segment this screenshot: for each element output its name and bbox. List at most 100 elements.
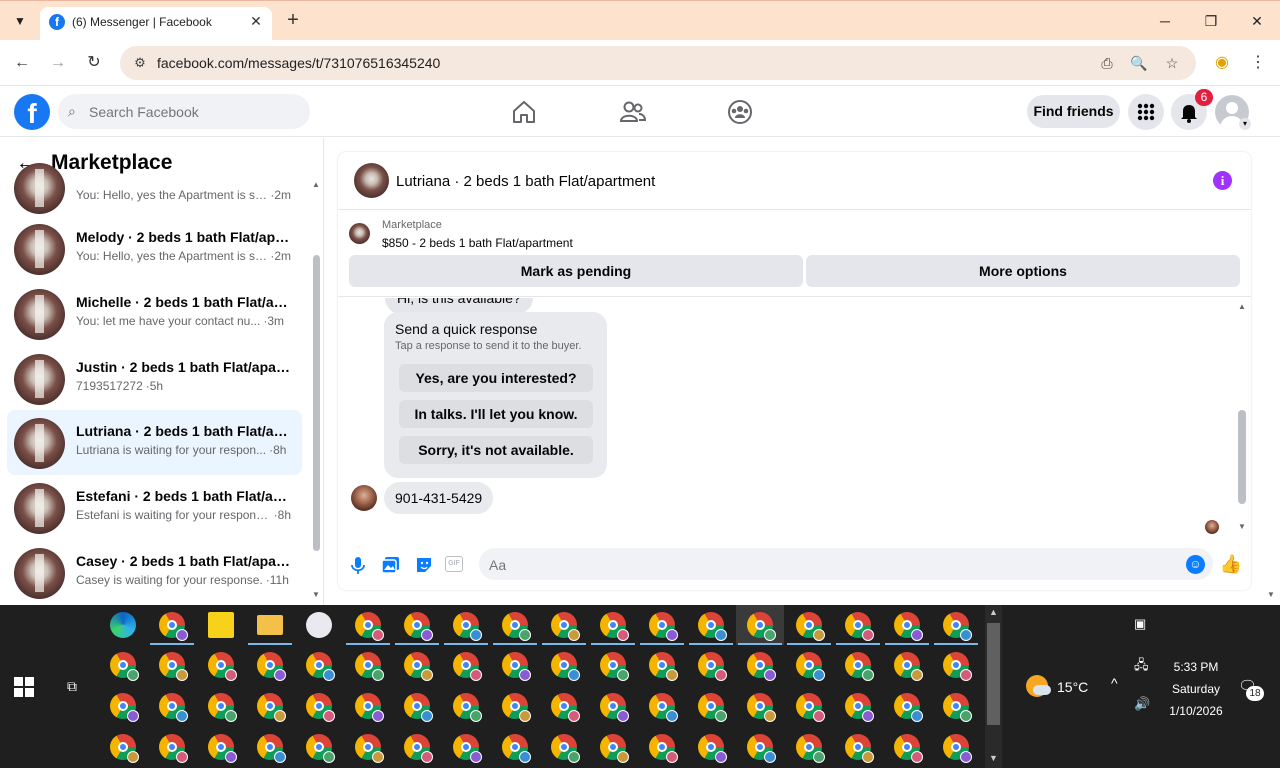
chrome-icon[interactable] [257, 652, 286, 681]
chrome-icon[interactable] [404, 612, 433, 641]
chrome-icon[interactable] [159, 693, 188, 722]
chrome-icon[interactable] [796, 652, 825, 681]
info-icon[interactable]: i [1213, 171, 1232, 190]
scrollbar-thumb[interactable] [987, 623, 1000, 725]
install-app-icon[interactable]: ⎙ [1095, 51, 1119, 75]
chat-avatar[interactable] [354, 163, 389, 198]
chrome-icon[interactable] [845, 693, 874, 722]
chrome-icon[interactable] [698, 693, 727, 722]
find-friends-button[interactable]: Find friends [1027, 95, 1120, 128]
chrome-icon[interactable] [355, 652, 384, 681]
chrome-icon[interactable] [600, 652, 629, 681]
weather-temperature[interactable]: 15°C [1057, 679, 1088, 695]
groups-icon[interactable] [722, 95, 758, 129]
chrome-icon[interactable] [845, 652, 874, 681]
chrome-icon[interactable] [796, 693, 825, 722]
search-input[interactable] [89, 101, 299, 123]
clock[interactable]: 5:33 PM Saturday 1/10/2026 [1156, 656, 1236, 722]
chrome-icon[interactable] [698, 612, 727, 641]
scroll-up-icon[interactable]: ▲ [1238, 302, 1246, 311]
chrome-icon[interactable] [747, 612, 776, 641]
chrome-icon[interactable] [894, 612, 923, 641]
chrome-icon[interactable] [404, 693, 433, 722]
back-arrow-icon[interactable]: ← [10, 51, 34, 75]
chrome-icon[interactable] [306, 652, 335, 681]
chrome-icon[interactable] [110, 652, 139, 681]
page-scroll-down-icon[interactable]: ▼ [1267, 590, 1275, 599]
chrome-icon[interactable] [208, 652, 237, 681]
chrome-icon[interactable] [159, 734, 188, 763]
chrome-icon[interactable] [257, 734, 286, 763]
chrome-icon[interactable] [943, 693, 972, 722]
edge-browser-icon[interactable] [110, 612, 136, 638]
search-box[interactable]: ⌕ [58, 94, 310, 129]
chrome-icon[interactable] [698, 734, 727, 763]
chrome-icon[interactable] [502, 693, 531, 722]
chrome-icon[interactable] [502, 734, 531, 763]
microphone-icon[interactable] [347, 554, 369, 576]
chrome-icon[interactable] [943, 652, 972, 681]
chrome-icon[interactable] [257, 693, 286, 722]
photo-icon[interactable] [380, 554, 402, 576]
chrome-icon[interactable] [404, 652, 433, 681]
show-hidden-icons-chevron-icon[interactable]: ^ [1111, 675, 1118, 691]
home-icon[interactable] [506, 95, 542, 129]
paint-app-icon[interactable] [306, 612, 332, 638]
conversation-item[interactable]: Michelle · 2 beds 1 bath Flat/apa... You… [7, 281, 302, 346]
message-input-box[interactable]: ☺ [479, 548, 1213, 580]
chrome-icon[interactable] [747, 693, 776, 722]
weather-icon[interactable] [1026, 675, 1051, 697]
chrome-icon[interactable] [943, 612, 972, 641]
chrome-icon[interactable] [208, 693, 237, 722]
chrome-icon[interactable] [551, 652, 580, 681]
chrome-icon[interactable] [600, 734, 629, 763]
scroll-down-icon[interactable]: ▼ [1238, 522, 1246, 531]
chrome-icon[interactable] [110, 693, 139, 722]
chrome-icon[interactable] [943, 734, 972, 763]
sticker-icon[interactable] [413, 554, 435, 576]
conversation-item-active[interactable]: Lutriana · 2 beds 1 bath Flat/apa... Lut… [7, 410, 302, 475]
conversation-item[interactable]: Casey · 2 beds 1 bath Flat/apart... Case… [7, 540, 302, 605]
chrome-icon[interactable] [649, 734, 678, 763]
facebook-logo-icon[interactable]: f [14, 94, 50, 130]
chrome-icon[interactable] [698, 652, 727, 681]
chrome-icon[interactable] [502, 652, 531, 681]
volume-icon[interactable]: 🔊 [1134, 696, 1150, 712]
chrome-icon[interactable] [159, 652, 188, 681]
chrome-icon[interactable] [649, 612, 678, 641]
chrome-icon[interactable] [747, 734, 776, 763]
chrome-icon[interactable] [208, 734, 237, 763]
chrome-icon[interactable] [894, 693, 923, 722]
windows-start-icon[interactable] [14, 677, 34, 697]
chrome-icon[interactable] [355, 612, 384, 641]
chrome-icon[interactable] [453, 612, 482, 641]
chrome-icon[interactable] [796, 612, 825, 641]
scroll-down-icon[interactable]: ▼ [989, 753, 998, 763]
conversation-item[interactable]: Estefani · 2 beds 1 bath Flat/apa... Est… [7, 475, 302, 540]
mark-as-pending-button[interactable]: Mark as pending [349, 255, 803, 287]
network-icon[interactable]: 🖧 [1134, 656, 1149, 678]
browser-tab[interactable]: f (6) Messenger | Facebook ✕ [40, 7, 272, 41]
conversation-item[interactable]: Melody · 2 beds 1 bath Flat/apar... You:… [7, 216, 302, 281]
chrome-icon[interactable] [404, 734, 433, 763]
address-bar[interactable]: ⚙ facebook.com/messages/t/73107651634524… [120, 46, 1196, 80]
bookmark-star-icon[interactable]: ☆ [1160, 51, 1184, 75]
scroll-up-icon[interactable]: ▲ [312, 180, 320, 189]
more-options-button[interactable]: More options [806, 255, 1240, 287]
file-explorer-icon[interactable] [257, 615, 283, 635]
forward-arrow-icon[interactable]: → [46, 51, 70, 75]
chrome-icon[interactable] [159, 612, 188, 641]
site-settings-icon[interactable]: ⚙ [128, 51, 152, 75]
quick-response-option[interactable]: In talks. I'll let you know. [399, 400, 593, 428]
chrome-icon[interactable] [502, 612, 531, 641]
chrome-icon[interactable] [747, 652, 776, 681]
chevron-down-icon[interactable]: ▾ [1239, 118, 1251, 130]
chrome-icon[interactable] [649, 693, 678, 722]
thread-scrollbar[interactable]: ▲ ▼ [1236, 302, 1248, 537]
chrome-icon[interactable] [453, 734, 482, 763]
chrome-icon[interactable] [453, 693, 482, 722]
scrollbar-thumb[interactable] [1238, 410, 1246, 504]
sticky-notes-icon[interactable] [208, 612, 234, 638]
emoji-icon[interactable]: ☺ [1186, 555, 1205, 574]
chrome-icon[interactable] [796, 734, 825, 763]
